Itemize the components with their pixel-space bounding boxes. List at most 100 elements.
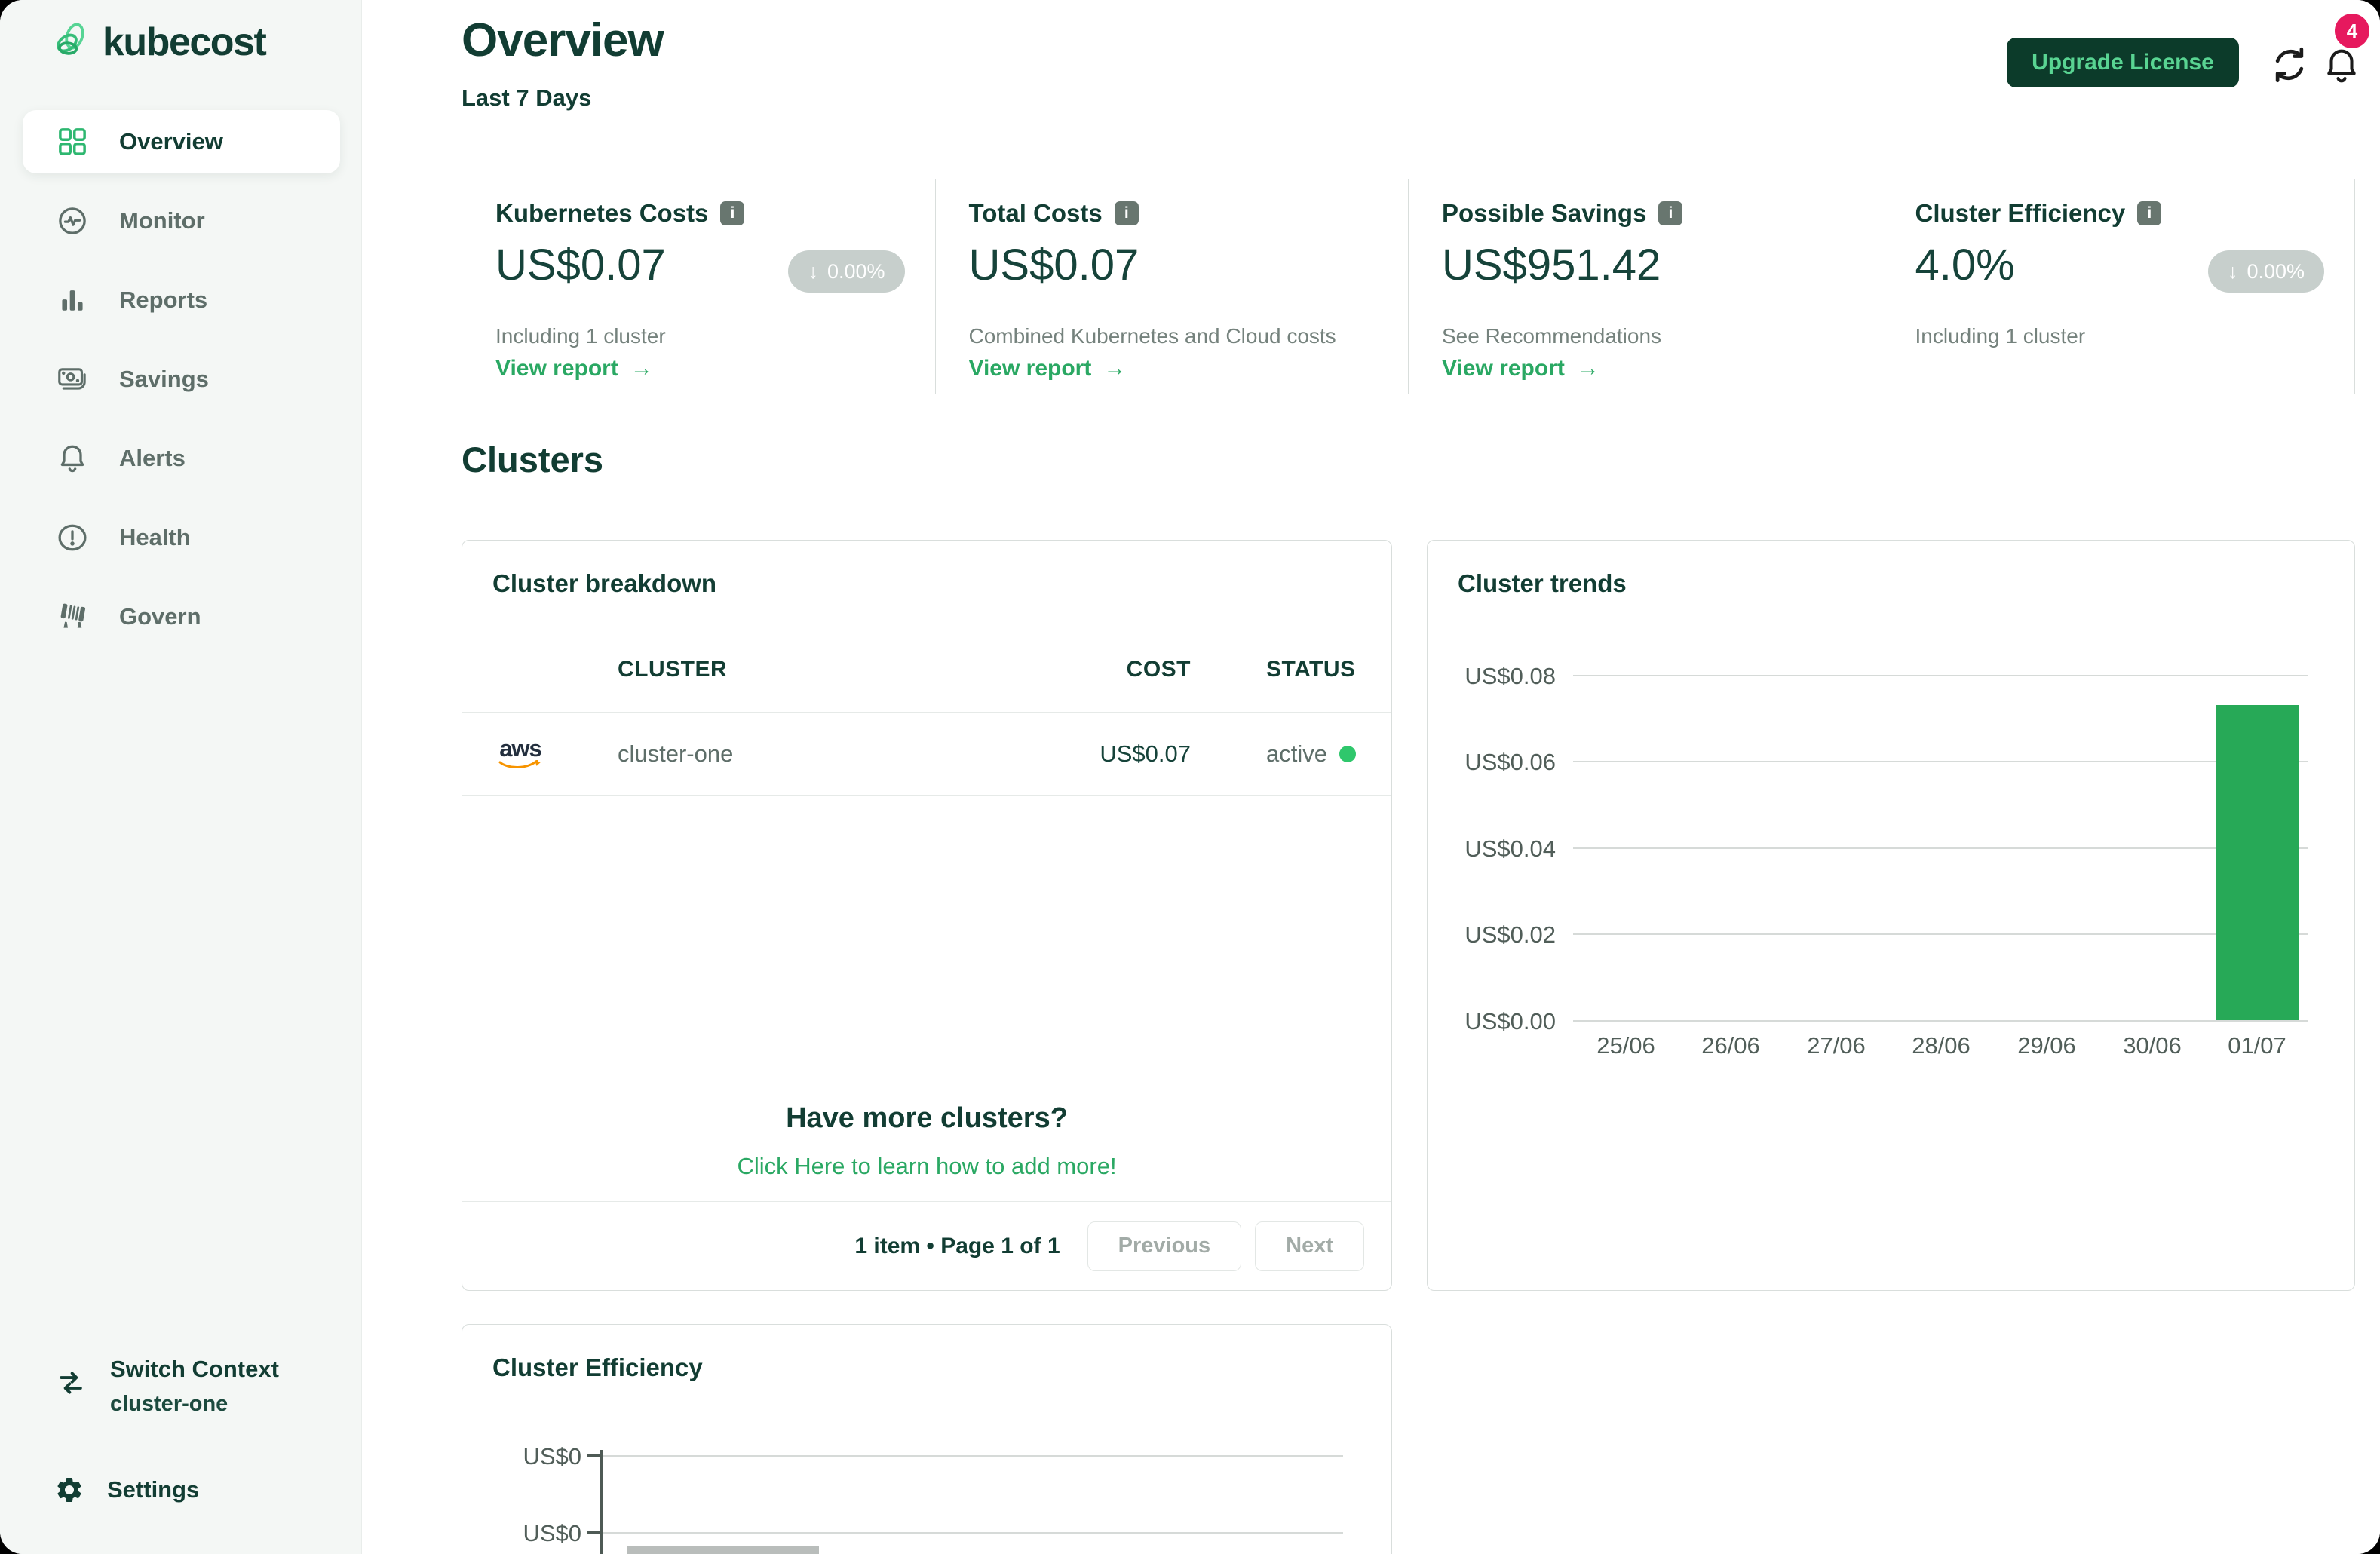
sidebar-item-label: Health [119, 524, 191, 551]
y-tick-label: US$0 [468, 1443, 581, 1470]
sidebar-item-govern[interactable]: Govern [23, 585, 340, 648]
switch-context[interactable]: Switch Context cluster-one [54, 1356, 279, 1417]
card-title: Possible Savings [1442, 199, 1646, 228]
y-tick-label: US$0.04 [1428, 835, 1556, 863]
table-row[interactable]: aws cluster-one US$0.07 active [462, 713, 1391, 796]
sidebar-item-settings[interactable]: Settings [54, 1475, 199, 1505]
sidebar-item-reports[interactable]: Reports [23, 268, 340, 332]
y-tick-label: US$0.06 [1428, 749, 1556, 776]
kubecost-logo[interactable]: kubecost [53, 20, 265, 65]
gridline [603, 1532, 1343, 1534]
panel-title: Cluster trends [1428, 541, 2354, 627]
main-content: Overview Last 7 Days Upgrade License 4 K… [362, 0, 2380, 1554]
info-icon[interactable]: i [2137, 201, 2161, 225]
grid-icon [56, 125, 89, 158]
stat-cards-row: Kubernetes Costs i US$0.07 ↓ 0.00% Inclu… [462, 179, 2355, 394]
kubecost-logo-icon [53, 21, 89, 63]
barrier-icon [56, 600, 89, 633]
sidebar-item-label: Overview [119, 128, 223, 155]
column-cost: COST [1040, 657, 1191, 682]
gridline [603, 1455, 1343, 1457]
trend-value: 0.00% [827, 260, 885, 284]
sidebar-item-alerts[interactable]: Alerts [23, 427, 340, 490]
view-report-link[interactable]: View report → [495, 356, 653, 382]
switch-context-title: Switch Context [110, 1356, 279, 1383]
logo-wordmark: kubecost [103, 20, 265, 65]
x-tick-label: 01/07 [2204, 1032, 2310, 1059]
gridline [1573, 675, 2308, 676]
trend-badge: ↓ 0.00% [2208, 250, 2324, 293]
x-tick-label: 29/06 [1994, 1032, 2099, 1059]
panel-title: Cluster Efficiency [462, 1325, 1391, 1411]
trend-badge: ↓ 0.00% [788, 250, 904, 293]
arrow-right-icon: → [1577, 356, 1599, 382]
previous-page-button[interactable]: Previous [1087, 1221, 1242, 1271]
sidebar-item-label: Savings [119, 366, 209, 393]
panel-title: Cluster breakdown [462, 541, 1391, 627]
view-report-link[interactable]: View report → [969, 356, 1127, 382]
bar-chart-icon [56, 284, 89, 317]
cluster-cost: US$0.07 [1040, 740, 1191, 768]
swap-arrows-icon [54, 1366, 87, 1399]
axis-tick [587, 1531, 600, 1534]
card-total-costs: Total Costs i US$0.07 Combined Kubernete… [935, 179, 1409, 394]
column-cluster: CLUSTER [618, 657, 1040, 682]
monitor-icon [56, 204, 89, 238]
arrow-down-icon: ↓ [808, 260, 818, 284]
card-possible-savings: Possible Savings i US$951.42 See Recomme… [1408, 179, 1882, 394]
y-tick-label: US$0 [468, 1520, 581, 1547]
card-cluster-efficiency: Cluster Efficiency i 4.0% ↓ 0.00% Includ… [1882, 179, 2356, 394]
trend-bar [2216, 705, 2299, 1020]
notification-bell-icon[interactable] [2321, 45, 2362, 86]
card-value: 4.0% [1915, 240, 2015, 290]
cluster-name: cluster-one [618, 740, 1040, 768]
y-tick-label: US$0.08 [1428, 663, 1556, 690]
card-subtext: Combined Kubernetes and Cloud costs [969, 324, 1336, 348]
arrow-down-icon: ↓ [2228, 260, 2238, 284]
column-status: STATUS [1191, 657, 1361, 682]
arrow-right-icon: → [630, 356, 653, 382]
card-value: US$0.07 [969, 240, 1139, 290]
health-icon [56, 521, 89, 554]
more-clusters-block: Have more clusters? Click Here to learn … [462, 796, 1391, 1202]
more-clusters-title: Have more clusters? [786, 1102, 1068, 1135]
sidebar-item-savings[interactable]: Savings [23, 348, 340, 411]
pagination-bar: 1 item • Page 1 of 1 Previous Next [462, 1202, 1391, 1290]
app-window: kubecost Overview Monitor Report [0, 0, 2380, 1554]
x-tick-label: 27/06 [1783, 1032, 1889, 1059]
page-title: Overview [462, 14, 664, 67]
arrow-right-icon: → [1103, 356, 1126, 382]
card-kubernetes-costs: Kubernetes Costs i US$0.07 ↓ 0.00% Inclu… [462, 179, 936, 394]
cluster-status: active [1191, 740, 1361, 768]
x-tick-label: 26/06 [1678, 1032, 1783, 1059]
gridline [1573, 933, 2308, 935]
status-active-dot [1339, 746, 1356, 762]
aws-provider-icon: aws [494, 737, 547, 772]
y-tick-label: US$0.02 [1428, 921, 1556, 949]
info-icon[interactable]: i [1658, 201, 1682, 225]
card-subtext: Including 1 cluster [1915, 324, 2086, 348]
next-page-button[interactable]: Next [1255, 1221, 1364, 1271]
refresh-icon[interactable] [2268, 44, 2311, 86]
switch-context-cluster: cluster-one [110, 1392, 279, 1417]
cluster-trends-panel: Cluster trends US$0.08 US$0.06 US$0.04 U… [1427, 540, 2355, 1291]
sidebar: kubecost Overview Monitor Report [0, 0, 362, 1554]
settings-label: Settings [107, 1476, 199, 1503]
table-header: CLUSTER COST STATUS [462, 627, 1391, 713]
card-title: Cluster Efficiency [1915, 199, 2126, 228]
x-tick-label: 30/06 [2099, 1032, 2205, 1059]
info-icon[interactable]: i [1115, 201, 1139, 225]
upgrade-license-button[interactable]: Upgrade License [2007, 38, 2239, 87]
card-value: US$0.07 [495, 240, 666, 290]
info-icon[interactable]: i [720, 201, 744, 225]
add-clusters-link[interactable]: Click Here to learn how to add more! [737, 1153, 1116, 1180]
sidebar-item-health[interactable]: Health [23, 506, 340, 569]
sidebar-item-overview[interactable]: Overview [23, 110, 340, 173]
y-tick-label: US$0.00 [1428, 1008, 1556, 1035]
card-subtext: Including 1 cluster [495, 324, 666, 348]
view-report-link[interactable]: View report → [1442, 356, 1599, 382]
gridline [1573, 847, 2308, 849]
sidebar-item-monitor[interactable]: Monitor [23, 189, 340, 253]
card-title: Total Costs [969, 199, 1103, 228]
notification-count-badge: 4 [2335, 14, 2369, 48]
